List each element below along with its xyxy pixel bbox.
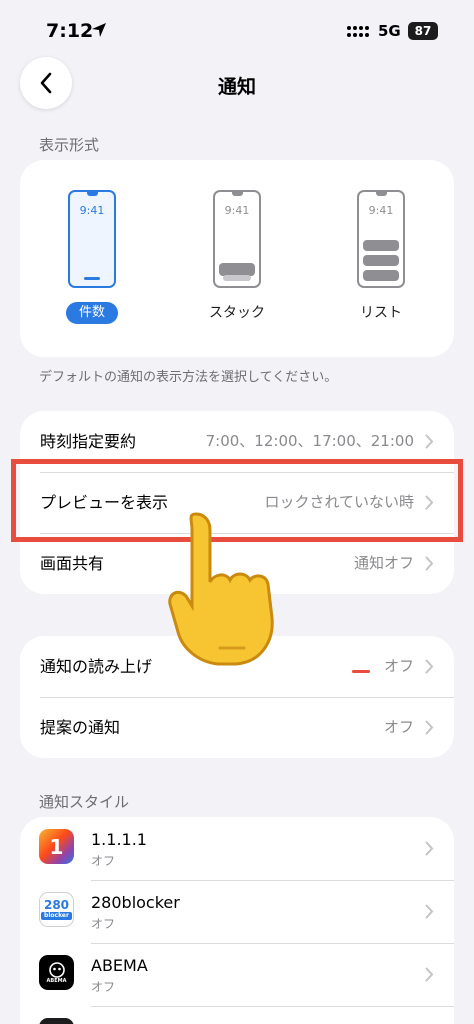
280blocker-icon: 280 blocker: [39, 892, 74, 927]
suggested-notifications-row[interactable]: 提案の通知 オフ: [20, 697, 454, 758]
pointing-hand-icon: [168, 512, 274, 666]
app-row-1111[interactable]: 1 1.1.1.1 オフ: [20, 817, 454, 880]
display-option-count-label: 件数: [65, 302, 118, 324]
app-name: 280blocker: [91, 893, 180, 912]
chevron-right-icon: [425, 841, 434, 856]
chevron-right-icon: [425, 720, 434, 735]
app-status: オフ: [91, 854, 116, 868]
display-option-stack-label: スタック: [209, 305, 265, 321]
row-label: 通知の読み上げ: [40, 657, 153, 676]
display-style-header: 表示形式: [39, 136, 100, 154]
phone-list-icon: 9:41: [357, 190, 405, 288]
app-name: 1.1.1.1: [91, 830, 147, 849]
app-status: オフ: [91, 980, 116, 994]
display-option-list-label: リスト: [360, 305, 402, 321]
row-label: 提案の通知: [40, 718, 121, 737]
network-type: 5G: [378, 22, 401, 40]
location-arrow-icon: [91, 22, 107, 42]
battery-indicator: 87: [408, 22, 438, 40]
chevron-right-icon: [425, 967, 434, 982]
cellular-signal-icon: [346, 24, 372, 43]
row-label: 画面共有: [40, 554, 105, 573]
display-style-description: デフォルトの通知の表示方法を選択してください。: [39, 370, 338, 385]
row-value: オフ: [383, 718, 414, 736]
abema-icon: ABEMA: [39, 955, 74, 990]
app-row-abema[interactable]: ABEMA ABEMA オフ: [20, 943, 454, 1006]
notification-style-header: 通知スタイル: [39, 793, 130, 811]
app-status: オフ: [91, 917, 116, 931]
app-row-partial: [39, 1018, 74, 1024]
row-value: 通知オフ: [353, 554, 414, 572]
chevron-right-icon: [425, 434, 434, 449]
phone-stack-icon: 9:41: [213, 190, 261, 288]
display-option-count[interactable]: 9:41 件数: [42, 190, 142, 324]
red-mark-icon: [352, 670, 370, 673]
warp-1111-icon: 1: [39, 829, 74, 864]
chevron-right-icon: [425, 904, 434, 919]
app-list-card: 1 1.1.1.1 オフ 280 blocker 280blocker オフ A…: [20, 817, 454, 1024]
phone-count-icon: 9:41: [68, 190, 116, 288]
display-option-list[interactable]: 9:41 リスト: [331, 190, 431, 324]
app-name: ABEMA: [91, 956, 148, 975]
display-option-stack[interactable]: 9:41 スタック: [187, 190, 287, 324]
row-value: オフ: [383, 657, 414, 675]
status-bar: 7:12 5G 87: [0, 0, 474, 62]
chevron-right-icon: [425, 659, 434, 674]
app-row-280blocker[interactable]: 280 blocker 280blocker オフ: [20, 880, 454, 943]
page-title: 通知: [217, 76, 256, 98]
status-time: 7:12: [46, 20, 94, 42]
chevron-right-icon: [425, 556, 434, 571]
display-style-card: 9:41 件数 9:41 スタック 9:41 リスト: [20, 160, 454, 357]
